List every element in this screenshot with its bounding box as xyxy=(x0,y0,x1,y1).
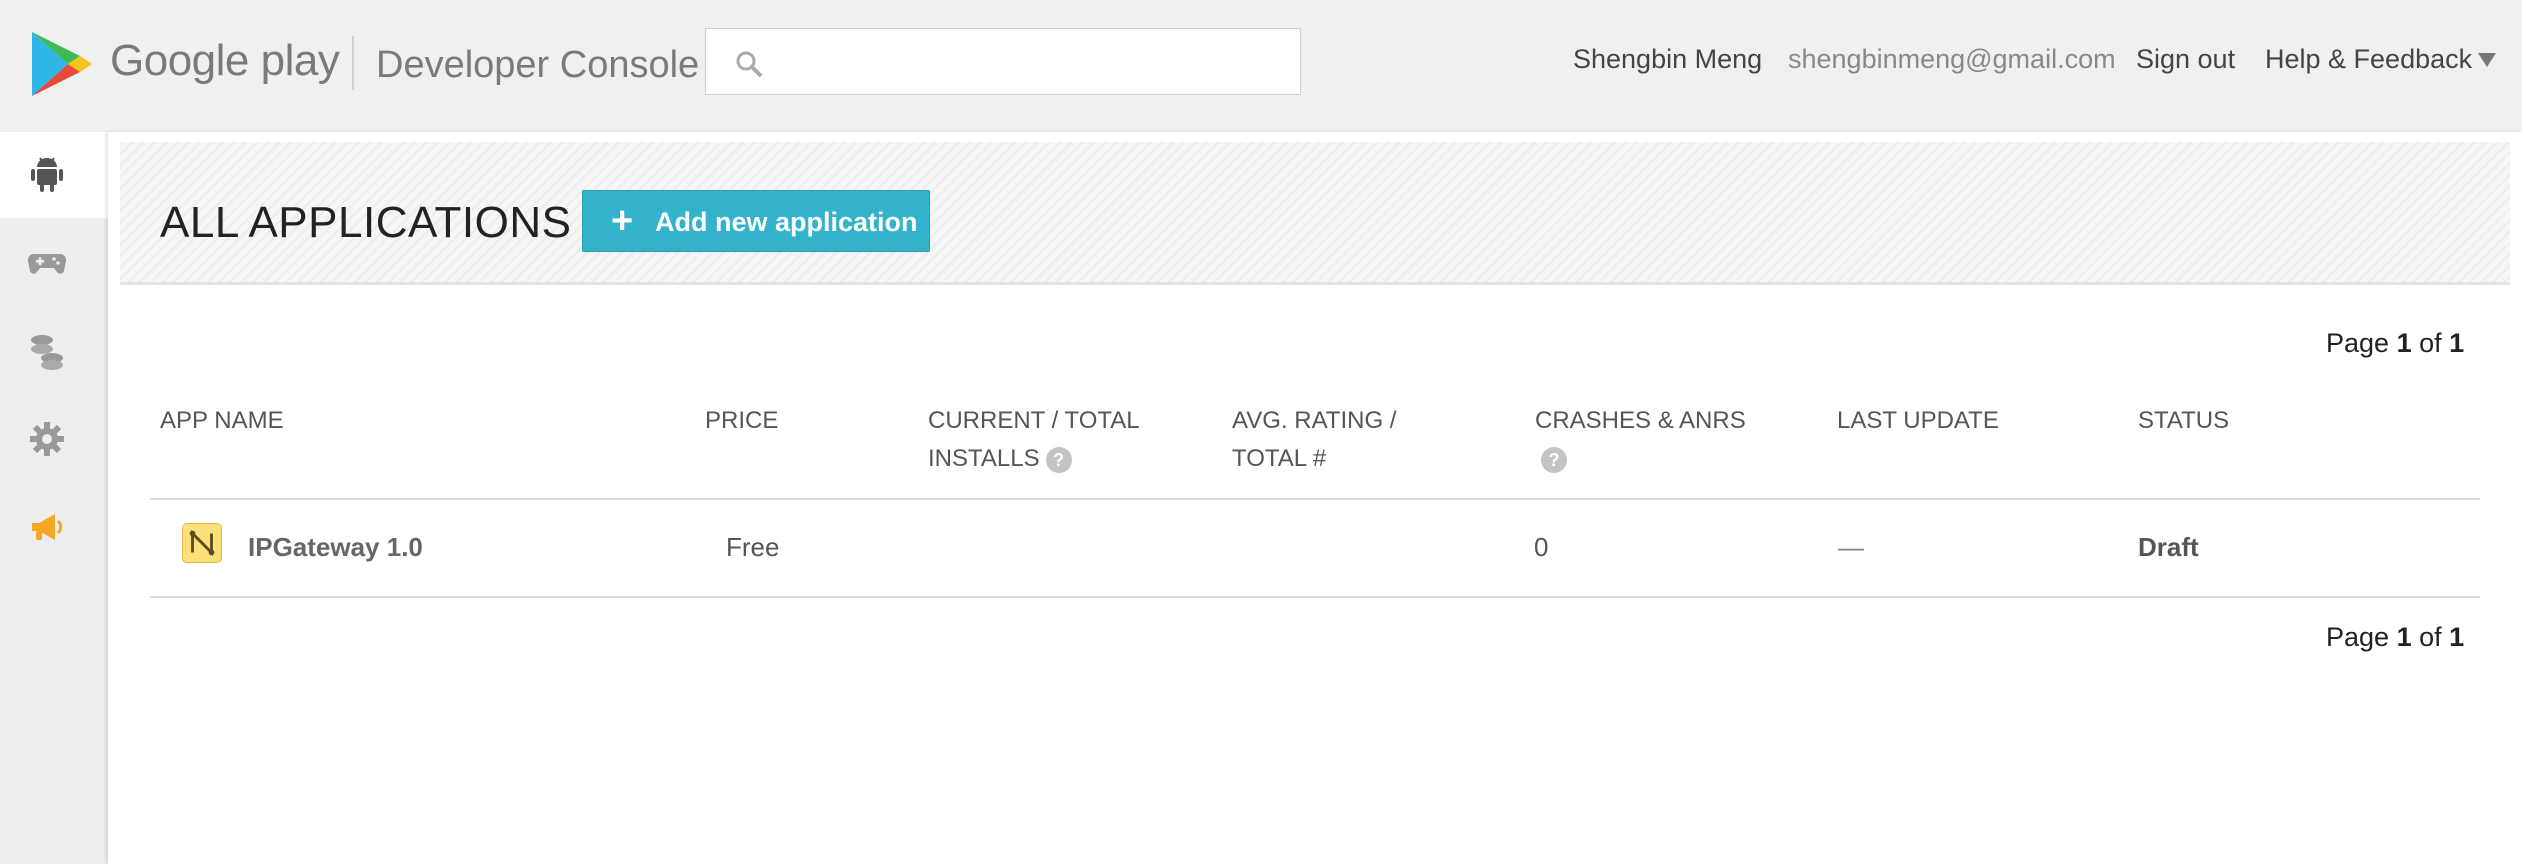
brand-divider xyxy=(352,36,354,90)
column-header-rating-line1: AVG. RATING / xyxy=(1232,407,1397,434)
megaphone-icon xyxy=(32,514,63,540)
sidebar-item-financial-reports[interactable] xyxy=(0,308,108,394)
pager-current: 1 xyxy=(2396,328,2412,358)
column-header-app-name[interactable]: APP NAME xyxy=(160,402,284,440)
column-header-rating-line2: TOTAL # xyxy=(1232,445,1327,472)
search-input[interactable] xyxy=(776,39,1290,85)
app-icon xyxy=(182,523,222,563)
pagination-bottom: Page 1 of 1 xyxy=(2326,622,2464,653)
sidebar-item-game-services[interactable] xyxy=(0,220,108,306)
page-title: ALL APPLICATIONS xyxy=(160,198,572,247)
main-panel: ALL APPLICATIONS + Add new application P… xyxy=(108,132,2522,864)
android-icon xyxy=(31,157,63,192)
help-icon[interactable]: ? xyxy=(1541,446,1567,473)
pager-sep: of xyxy=(2419,328,2442,358)
user-email: shengbinmeng@gmail.com xyxy=(1788,44,2116,74)
help-feedback-menu[interactable]: Help & Feedback xyxy=(2265,44,2472,75)
add-new-application-button[interactable]: + Add new application xyxy=(582,190,930,252)
console-title: Developer Console xyxy=(376,44,700,86)
column-header-installs-line1: CURRENT / TOTAL xyxy=(928,407,1140,434)
sign-out-link[interactable]: Sign out xyxy=(2136,44,2235,75)
column-header-rating[interactable]: AVG. RATING / TOTAL # xyxy=(1232,402,1396,478)
table-header-divider xyxy=(150,498,2480,500)
app-crashes: 0 xyxy=(1534,532,1549,562)
help-icon[interactable]: ? xyxy=(1045,446,1072,473)
search-box[interactable] xyxy=(705,28,1301,95)
table-row-divider xyxy=(150,596,2480,598)
app-price: Free xyxy=(726,532,780,562)
column-header-last-update[interactable]: LAST UPDATE xyxy=(1837,402,1999,440)
column-header-installs-label: INSTALLS xyxy=(928,445,1040,472)
top-bar: Google play Developer Console Shengbin M… xyxy=(0,0,2522,130)
sidebar-item-settings[interactable] xyxy=(0,396,108,482)
column-header-crashes-help: ? xyxy=(1535,440,1746,478)
search-icon xyxy=(736,51,763,78)
column-header-crashes-label: CRASHES & ANRS xyxy=(1535,407,1746,434)
google-play-logo-icon[interactable] xyxy=(28,30,94,98)
app-name-link[interactable]: IPGateway 1.0 xyxy=(248,532,423,563)
plus-icon: + xyxy=(611,200,634,242)
coins-icon xyxy=(31,335,63,370)
pager-current: 1 xyxy=(2396,622,2412,652)
sidebar-item-all-applications[interactable] xyxy=(0,132,108,218)
pager-sep: of xyxy=(2419,622,2442,652)
column-header-crashes[interactable]: CRASHES & ANRS ? xyxy=(1535,402,1746,478)
pager-prefix: Page xyxy=(2326,622,2390,652)
user-name[interactable]: Shengbin Meng xyxy=(1573,44,1762,75)
pagination-top: Page 1 of 1 xyxy=(2326,328,2464,359)
pager-total: 1 xyxy=(2449,622,2465,652)
column-header-installs-line2: INSTALLS? xyxy=(928,440,1140,478)
sidebar-item-announcements[interactable] xyxy=(0,484,108,570)
add-new-application-label: Add new application xyxy=(655,207,918,237)
column-header-installs[interactable]: CURRENT / TOTAL INSTALLS? xyxy=(928,402,1140,478)
sidebar xyxy=(0,132,108,864)
app-last-update: — xyxy=(1838,532,1864,562)
page-banner: ALL APPLICATIONS + Add new application xyxy=(120,142,2510,285)
brand-name: Google play xyxy=(110,36,340,85)
pager-prefix: Page xyxy=(2326,328,2390,358)
gamepad-icon xyxy=(27,253,67,274)
gear-icon xyxy=(30,422,64,456)
column-header-price[interactable]: PRICE xyxy=(705,402,778,440)
chevron-down-icon[interactable] xyxy=(2478,53,2496,67)
pager-total: 1 xyxy=(2449,328,2465,358)
app-status: Draft xyxy=(2138,532,2199,562)
column-header-status[interactable]: STATUS xyxy=(2138,402,2229,440)
